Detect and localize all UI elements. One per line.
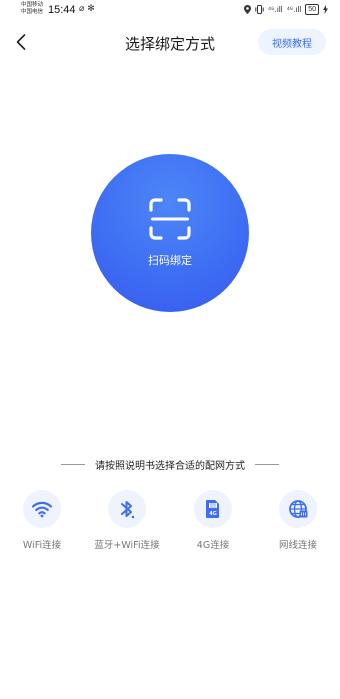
method-icon-circle [23, 490, 61, 528]
location-icon [243, 5, 251, 14]
signal-2-icon: ⁴⁶.ıll [286, 5, 302, 14]
bluetooth-icon [121, 501, 135, 519]
hint-divider-left [61, 463, 85, 465]
method-icon-circle [279, 490, 317, 528]
scan-bind-label: 扫码绑定 [148, 254, 192, 267]
battery-icon: 50 [305, 4, 319, 15]
method-label: WiFi连接 [22, 540, 62, 551]
method-label: 网线连接 [278, 540, 317, 551]
method-wifi[interactable]: WiFi连接 [2, 490, 82, 551]
svg-text:4G: 4G [209, 511, 217, 517]
wifi-icon [31, 501, 53, 518]
ethernet-globe-icon [289, 500, 308, 518]
status-bar: 中国移动 中国电信 15:44 ⌀ ✻ ⁴⁶.ıll ⁴⁶.ıll 50 [0, 0, 340, 22]
method-ethernet[interactable]: 网线连接 [258, 490, 338, 551]
method-icon-circle [108, 490, 146, 528]
network-hint: 请按照说明书选择合适的配网方式 [0, 456, 340, 472]
signal-1-icon: ⁴⁶.ıll [267, 5, 283, 14]
header: 选择绑定方式 视频教程 [0, 28, 340, 58]
notification-icons: ⌀ ✻ [79, 4, 95, 14]
carrier-1: 中国移动 [21, 2, 44, 8]
hint-divider-right [255, 463, 279, 465]
method-4g[interactable]: 4G 4G连接 [173, 490, 253, 551]
method-label: 蓝牙+WiFi连接 [94, 540, 160, 551]
carrier-names: 中国移动 中国电信 [21, 2, 43, 16]
scan-bind-button[interactable]: 扫码绑定 [91, 154, 249, 312]
method-bluetooth-wifi[interactable]: 蓝牙+WiFi连接 [87, 490, 167, 551]
sim-card-4g-icon: 4G [206, 500, 219, 518]
status-right-group: ⁴⁶.ıll ⁴⁶.ıll 50 [243, 4, 328, 15]
vibrate-icon [255, 5, 264, 14]
method-icon-circle: 4G [194, 490, 232, 528]
method-label: 4G连接 [196, 540, 230, 551]
scan-icon [149, 198, 191, 240]
hint-text: 请按照说明书选择合适的配网方式 [95, 460, 245, 472]
charging-icon [323, 5, 328, 14]
video-tutorial-button[interactable]: 视频教程 [258, 29, 326, 55]
status-time: 15:44 [48, 4, 76, 16]
carrier-2: 中国电信 [21, 9, 44, 15]
